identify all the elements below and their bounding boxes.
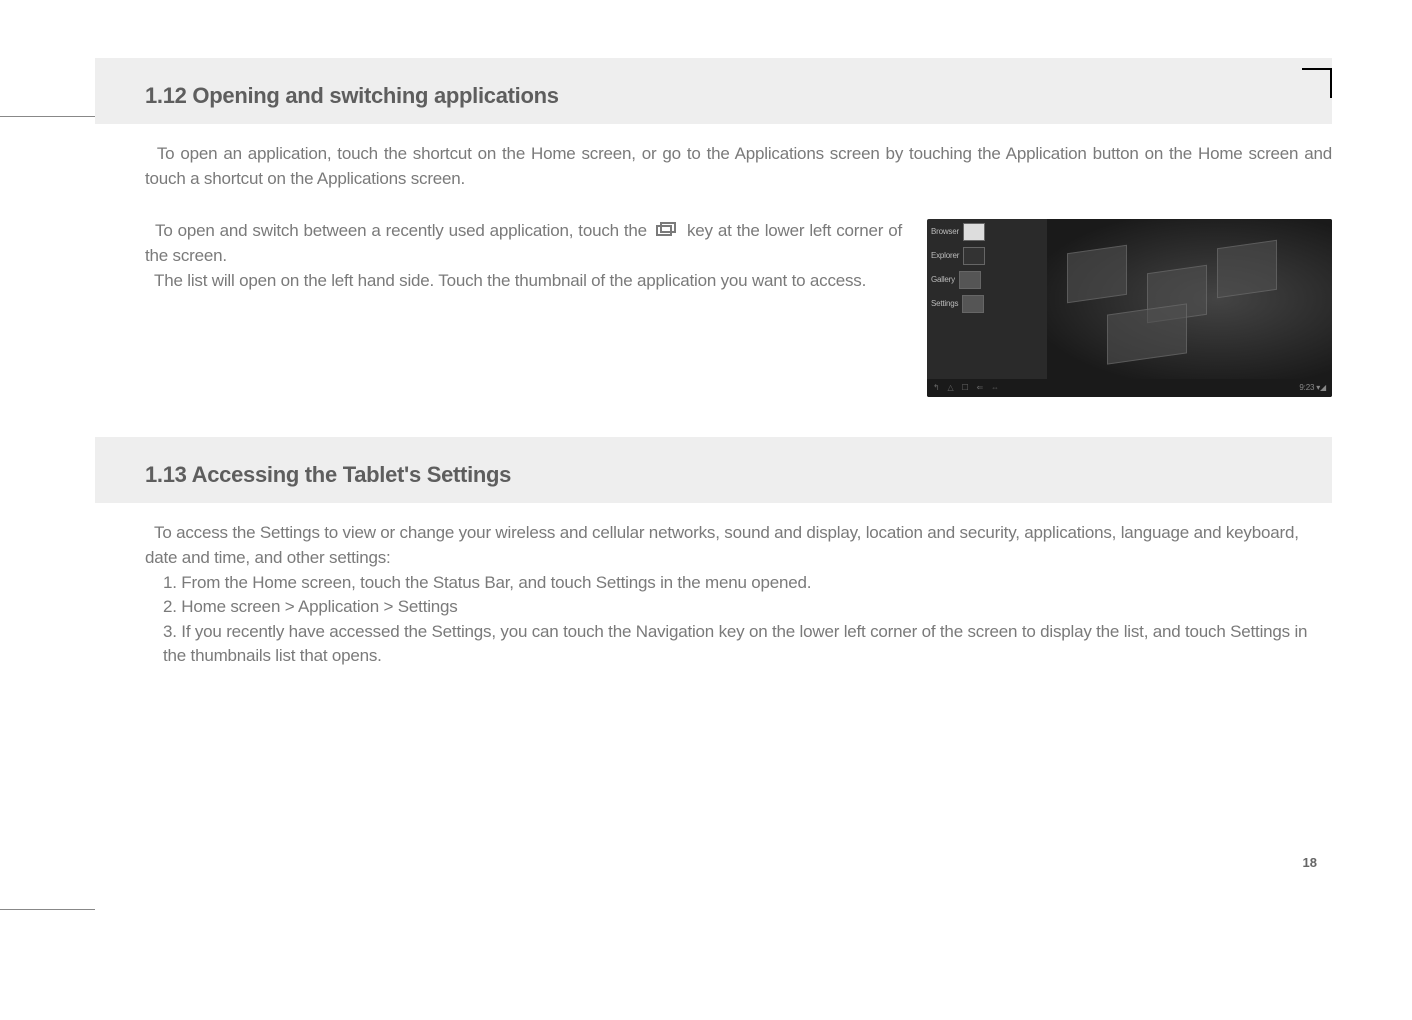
- heading-1-12: 1.12 Opening and switching applications: [145, 83, 1332, 109]
- step-list: 1. From the Home screen, touch the Statu…: [145, 571, 1332, 670]
- arrow-icon: ⇔: [991, 382, 999, 394]
- paragraph: To open an application, touch the shortc…: [145, 142, 1332, 191]
- list-item: 2. Home screen > Application > Settings: [163, 595, 1332, 620]
- text-column: To open and switch between a recently us…: [145, 219, 902, 293]
- recent-app-item: Settings: [931, 295, 1043, 313]
- manual-page: 1.12 Opening and switching applications …: [0, 58, 1412, 1020]
- section-heading-band: 1.12 Opening and switching applications: [95, 58, 1332, 124]
- home-icon: △: [948, 382, 954, 394]
- arrow-icon: ⇐: [976, 382, 983, 394]
- nav-buttons: ↰ △ ☐ ⇐ ⇔: [933, 382, 999, 394]
- back-icon: ↰: [933, 382, 940, 394]
- status-time: 9:23 ▾◢: [1299, 382, 1326, 394]
- heading-1-13: 1.13 Accessing the Tablet's Settings: [145, 462, 1332, 488]
- body-text-1-13: To access the Settings to view or change…: [95, 503, 1332, 669]
- recent-apps-sidebar: Browser Explorer Gallery Settings: [927, 219, 1047, 379]
- section-heading-band: 1.13 Accessing the Tablet's Settings: [95, 437, 1332, 503]
- paragraph: The list will open on the left hand side…: [145, 269, 902, 294]
- crop-mark: [1302, 68, 1332, 70]
- text-image-row: To open and switch between a recently us…: [145, 219, 1332, 397]
- crop-mark: [0, 909, 95, 910]
- list-item: 1. From the Home screen, touch the Statu…: [163, 571, 1332, 596]
- crop-mark: [1330, 68, 1332, 98]
- recent-app-item: Explorer: [931, 247, 1043, 265]
- body-text-1-12: To open an application, touch the shortc…: [95, 124, 1332, 397]
- paragraph: To access the Settings to view or change…: [145, 521, 1332, 570]
- android-navbar: ↰ △ ☐ ⇐ ⇔ 9:23 ▾◢: [927, 379, 1332, 397]
- page-number: 18: [1303, 855, 1317, 870]
- crop-mark: [0, 116, 95, 117]
- recent-apps-icon: [655, 219, 679, 244]
- screenshot-background: [1047, 219, 1332, 379]
- recent-app-item: Browser: [931, 223, 1043, 241]
- recent-app-item: Gallery: [931, 271, 1043, 289]
- recent-icon: ☐: [961, 382, 968, 394]
- tablet-screenshot: Browser Explorer Gallery Settings ↰ △ ☐: [927, 219, 1332, 397]
- list-item: 3. If you recently have accessed the Set…: [163, 620, 1332, 669]
- paragraph: To open and switch between a recently us…: [145, 219, 902, 268]
